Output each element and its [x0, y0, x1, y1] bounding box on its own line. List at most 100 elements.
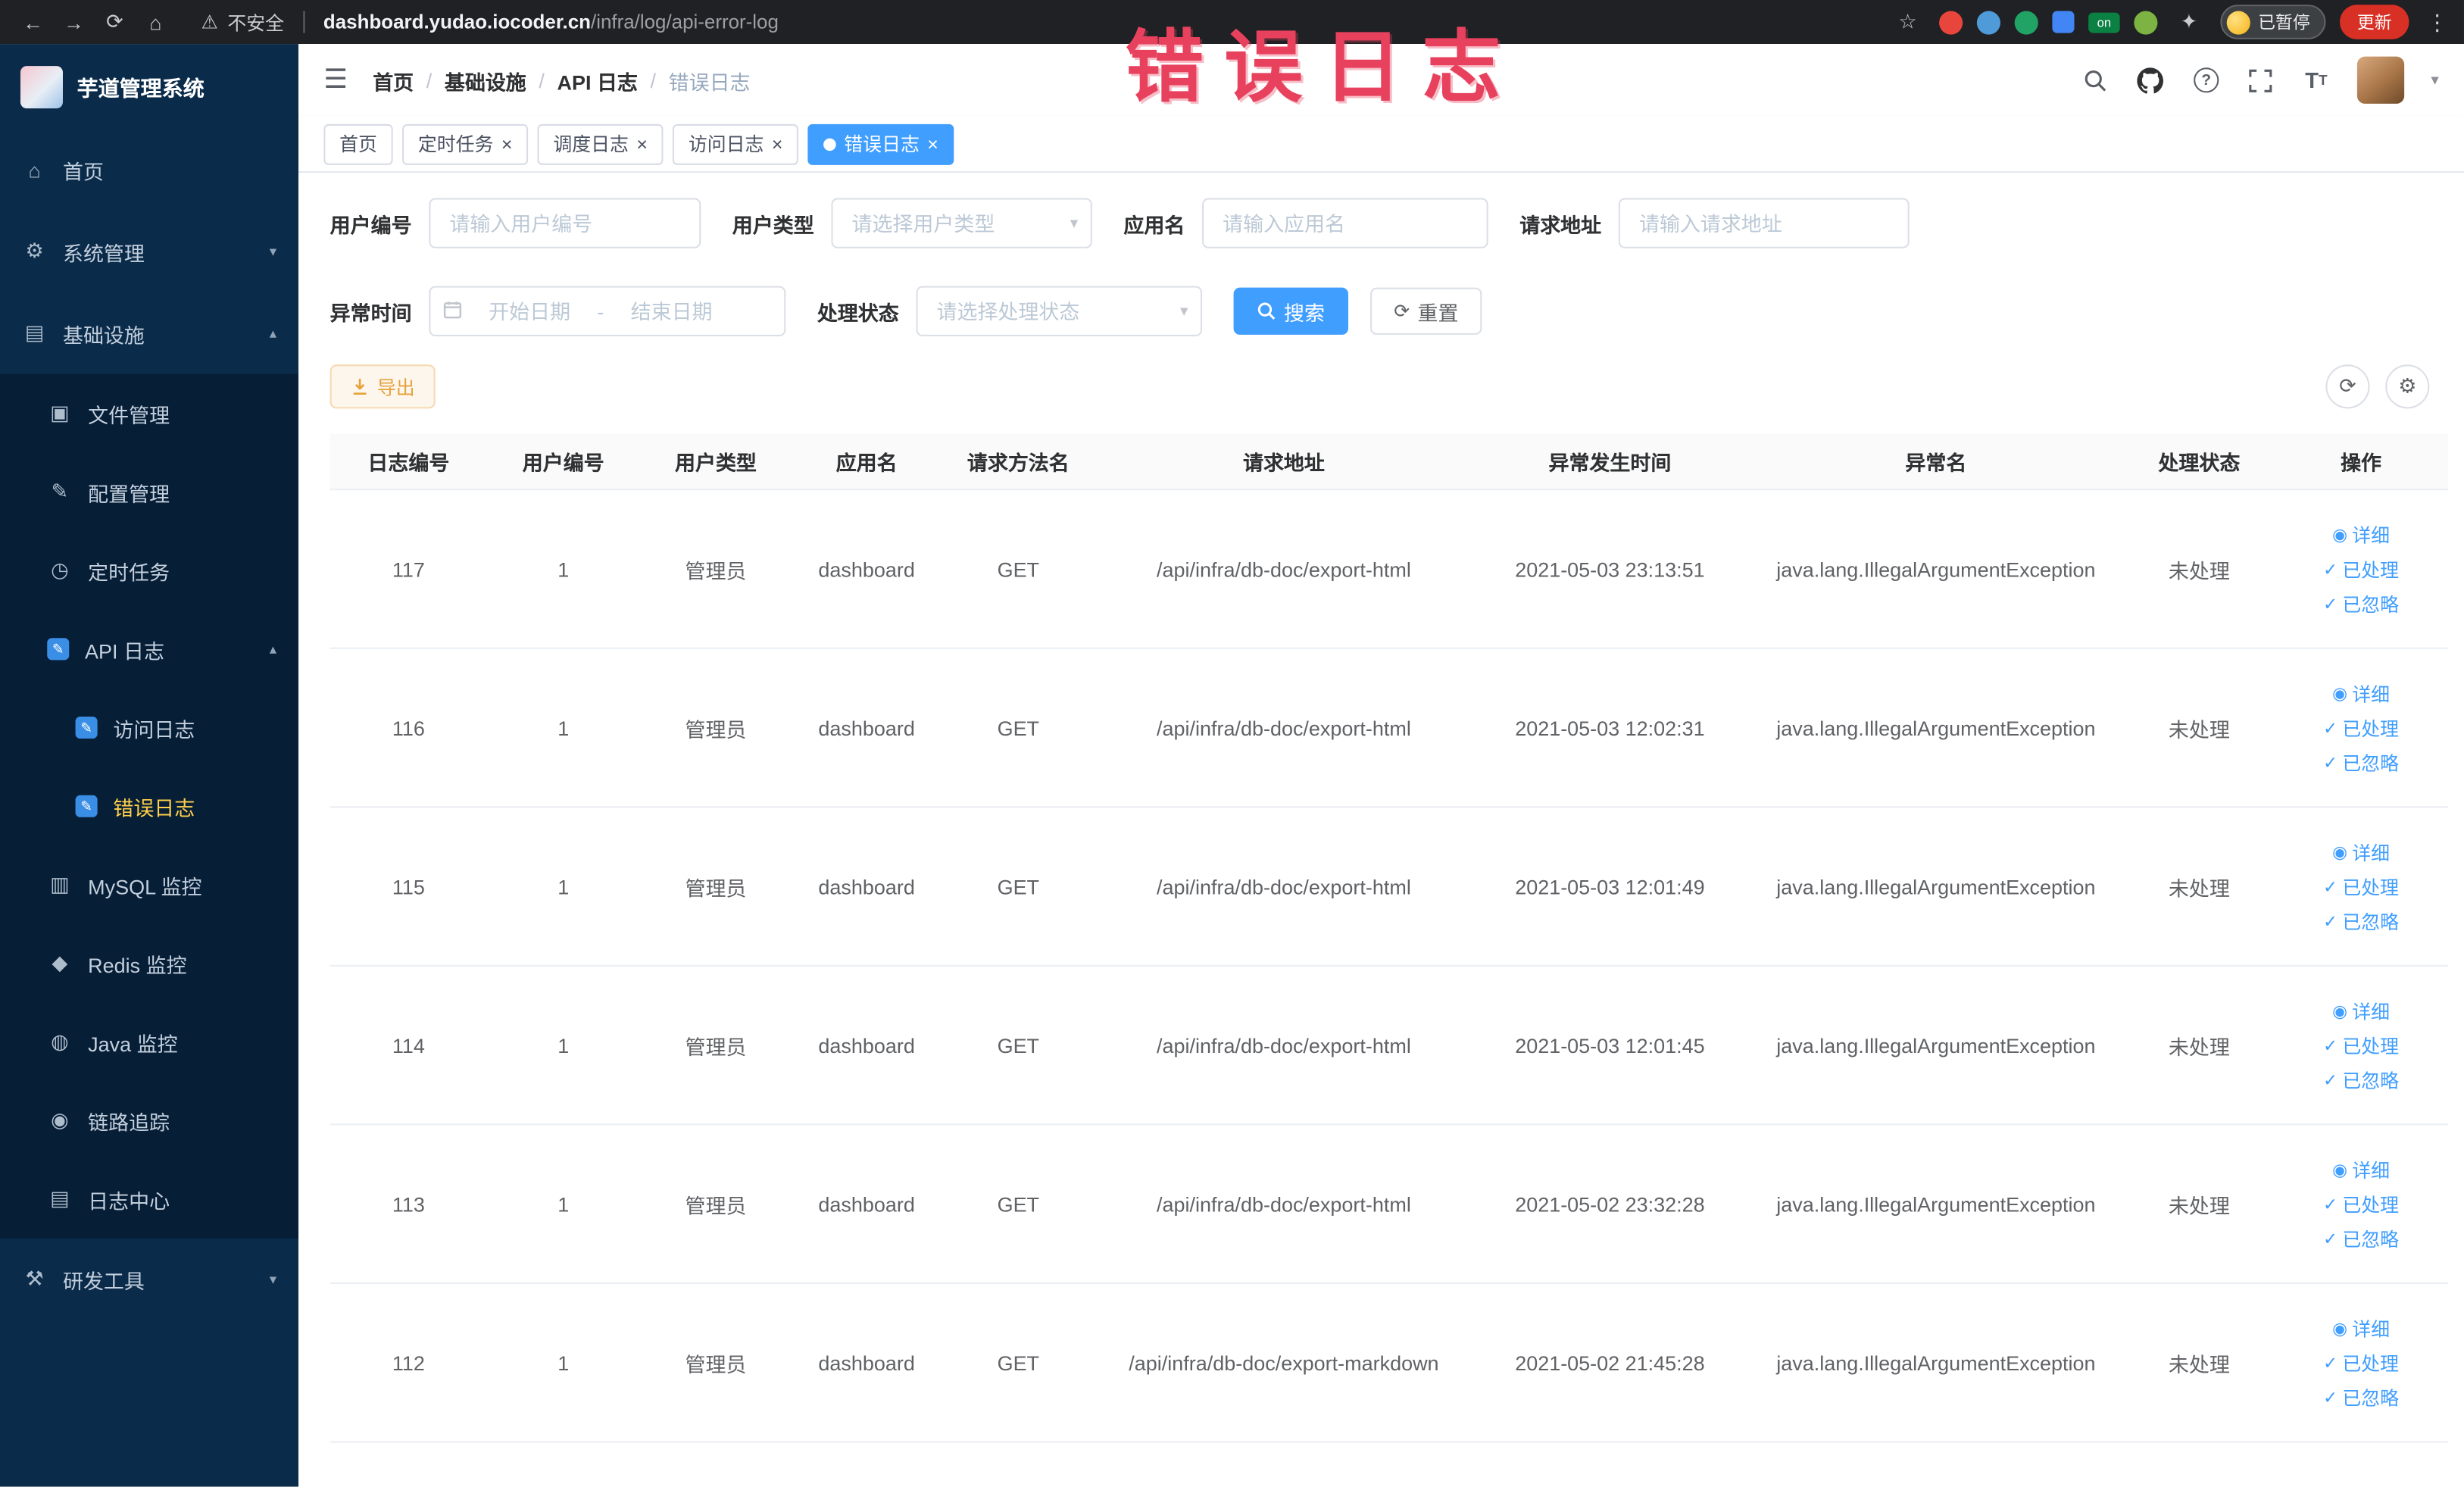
- date-range-picker[interactable]: -: [429, 286, 786, 336]
- eye-icon: ◉: [2332, 684, 2348, 704]
- search-icon[interactable]: [2082, 66, 2110, 94]
- processed-link[interactable]: ✓ 已处理: [2323, 1032, 2399, 1058]
- cell-user-id: 1: [557, 1192, 570, 1216]
- cell-time: 2021-05-03 12:02:31: [1515, 715, 1705, 740]
- check-icon: ✓: [2323, 1229, 2338, 1249]
- back-icon[interactable]: ←: [16, 5, 51, 39]
- profile-paused-chip[interactable]: 已暂停: [2220, 5, 2326, 39]
- request-url-input[interactable]: [1618, 198, 1910, 248]
- processed-link[interactable]: ✓ 已处理: [2323, 1191, 2399, 1217]
- close-icon[interactable]: ×: [772, 134, 783, 153]
- column-settings-button[interactable]: ⚙: [2385, 364, 2430, 409]
- fullscreen-icon[interactable]: [2247, 66, 2275, 94]
- sidebar-item-mysql-monitor[interactable]: ▥ MySQL 监控: [0, 845, 298, 924]
- sidebar-item-trace[interactable]: ◉ 链路追踪: [0, 1081, 298, 1160]
- tab-scheduled-tasks[interactable]: 定时任务 ×: [402, 123, 529, 164]
- user-avatar[interactable]: [2356, 56, 2405, 104]
- processed-link[interactable]: ✓ 已处理: [2323, 714, 2399, 741]
- close-icon[interactable]: ×: [927, 134, 938, 153]
- processed-link[interactable]: ✓ 已处理: [2323, 1349, 2399, 1376]
- cell-log-id: 116: [392, 715, 425, 740]
- collapse-sidebar-icon[interactable]: ☰: [323, 64, 348, 95]
- detail-link[interactable]: ◉ 详细: [2332, 839, 2390, 865]
- extension-grid-icon[interactable]: [2052, 11, 2075, 33]
- user-id-input[interactable]: [429, 198, 701, 248]
- end-date-input[interactable]: [610, 299, 733, 323]
- home-icon[interactable]: ⌂: [139, 5, 173, 39]
- breadcrumb: 首页 / 基础设施 / API 日志 / 错误日志: [373, 65, 750, 95]
- export-button[interactable]: 导出: [329, 364, 436, 409]
- tags-view: 首页 定时任务 × 调度日志 × 访问日志 × 错误日志 ×: [298, 116, 2464, 173]
- process-status-select[interactable]: [916, 286, 1203, 336]
- tab-home[interactable]: 首页: [323, 123, 393, 164]
- sidebar-item-api-logs[interactable]: ✎ API 日志 ▴: [0, 610, 298, 689]
- start-date-input[interactable]: [468, 299, 592, 323]
- font-size-icon[interactable]: TT: [2302, 66, 2330, 94]
- detail-link[interactable]: ◉ 详细: [2332, 997, 2390, 1023]
- cell-app-name: dashboard: [818, 715, 915, 740]
- extensions-puzzle-icon[interactable]: ✦: [2172, 5, 2206, 39]
- tab-access-log[interactable]: 访问日志 ×: [673, 123, 799, 164]
- sidebar-item-home[interactable]: ⌂ 首页: [0, 129, 298, 211]
- detail-link[interactable]: ◉ 详细: [2332, 1314, 2390, 1341]
- extension-green-icon[interactable]: [2014, 10, 2038, 34]
- sidebar-item-file-management[interactable]: ▣ 文件管理: [0, 374, 298, 453]
- cell-user-id: 1: [557, 715, 570, 740]
- extension-blue-drop-icon[interactable]: [1976, 10, 2000, 34]
- processed-link[interactable]: ✓ 已处理: [2323, 555, 2399, 582]
- sidebar-item-error-log[interactable]: ✎ 错误日志: [0, 767, 298, 845]
- search-button[interactable]: 搜索: [1233, 287, 1349, 335]
- github-icon[interactable]: [2137, 66, 2165, 94]
- detail-link[interactable]: ◉ 详细: [2332, 679, 2390, 706]
- refresh-table-button[interactable]: ⟳: [2325, 364, 2370, 409]
- sidebar-item-config-management[interactable]: ✎ 配置管理: [0, 452, 298, 531]
- sidebar-item-java-monitor[interactable]: ◍ Java 监控: [0, 1003, 298, 1082]
- sidebar-item-dev-tools[interactable]: ⚒ 研发工具 ▾: [0, 1239, 298, 1320]
- update-button[interactable]: 更新: [2340, 5, 2409, 39]
- ignored-link[interactable]: ✓ 已忽略: [2323, 590, 2399, 617]
- ignored-link[interactable]: ✓ 已忽略: [2323, 1067, 2399, 1093]
- bookmark-star-icon[interactable]: ☆: [1891, 5, 1925, 39]
- breadcrumb-item[interactable]: API 日志: [557, 65, 638, 95]
- user-type-select[interactable]: [831, 198, 1092, 248]
- cell-time: 2021-05-03 12:01:49: [1515, 874, 1705, 898]
- breadcrumb-item[interactable]: 基础设施: [445, 65, 526, 95]
- detail-link[interactable]: ◉ 详细: [2332, 521, 2390, 548]
- extension-on-badge[interactable]: on: [2088, 11, 2120, 33]
- processed-link[interactable]: ✓ 已处理: [2323, 873, 2399, 899]
- ignored-link[interactable]: ✓ 已忽略: [2323, 1225, 2399, 1251]
- address-bar[interactable]: dashboard.yudao.iocoder.cn/infra/log/api…: [323, 11, 779, 33]
- cell-status: 未处理: [2168, 876, 2230, 900]
- sidebar-item-log-center[interactable]: ▤ 日志中心: [0, 1160, 298, 1239]
- sidebar-item-infrastructure[interactable]: ▤ 基础设施 ▴: [0, 292, 298, 374]
- close-icon[interactable]: ×: [501, 134, 513, 153]
- column-header: 应用名: [835, 451, 898, 475]
- forward-icon[interactable]: →: [57, 5, 92, 39]
- breadcrumb-item[interactable]: 首页: [373, 65, 414, 95]
- app-name-input[interactable]: [1202, 198, 1488, 248]
- filter-row-1: 用户编号 用户类型 ▾ 应用名 请求地址: [330, 198, 2433, 248]
- browser-menu-icon[interactable]: ⋮: [2426, 8, 2448, 35]
- ignored-link[interactable]: ✓ 已忽略: [2323, 908, 2399, 934]
- ignored-link[interactable]: ✓ 已忽略: [2323, 749, 2399, 776]
- breadcrumb-separator: /: [426, 68, 433, 92]
- detail-link[interactable]: ◉ 详细: [2332, 1156, 2390, 1182]
- app-logo[interactable]: 芋道管理系统: [0, 44, 298, 129]
- sidebar-item-scheduled-tasks[interactable]: ◷ 定时任务: [0, 531, 298, 610]
- sidebar-item-redis-monitor[interactable]: ◆ Redis 监控: [0, 924, 298, 1003]
- tab-schedule-log[interactable]: 调度日志 ×: [537, 123, 664, 164]
- table-toolbar: 导出 ⟳ ⚙: [329, 364, 2433, 409]
- extension-leaf-icon[interactable]: [2134, 10, 2158, 34]
- sidebar-item-access-log[interactable]: ✎ 访问日志: [0, 689, 298, 767]
- site-security[interactable]: ⚠ 不安全: [201, 8, 284, 35]
- access-log-icon: ✎: [75, 717, 98, 739]
- ignored-link[interactable]: ✓ 已忽略: [2323, 1384, 2399, 1410]
- reset-button[interactable]: ⟳ 重置: [1370, 287, 1482, 335]
- help-icon[interactable]: ?: [2192, 66, 2220, 94]
- refresh-icon[interactable]: ⟳: [98, 5, 133, 39]
- avatar-caret-down-icon[interactable]: ▾: [2431, 71, 2438, 89]
- sidebar-item-system-management[interactable]: ⚙ 系统管理 ▾: [0, 211, 298, 292]
- close-icon[interactable]: ×: [636, 134, 648, 153]
- tab-error-log[interactable]: 错误日志 ×: [807, 123, 954, 164]
- extension-red-icon[interactable]: [1939, 10, 1963, 34]
